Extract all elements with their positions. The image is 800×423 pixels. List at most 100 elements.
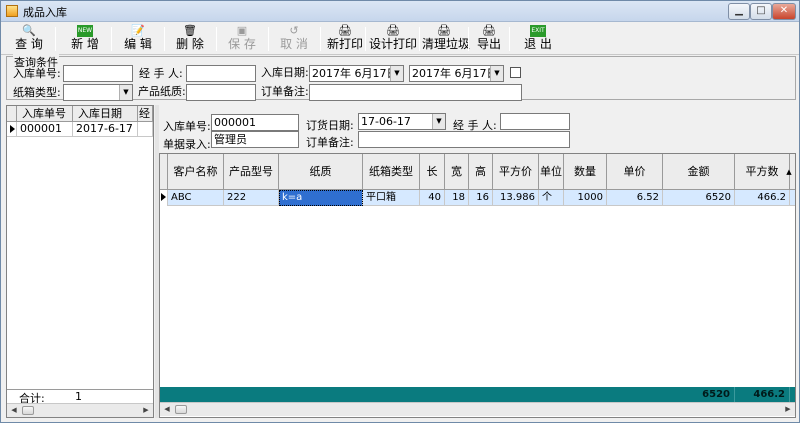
- clear-junk-button[interactable]: 🖨 清理垃圾: [422, 24, 470, 53]
- column-header[interactable]: 入库单号: [17, 106, 73, 122]
- scroll-left-icon[interactable]: ◀: [7, 404, 21, 417]
- column-header[interactable]: 纸质: [279, 154, 363, 190]
- box-type-select[interactable]: ▼: [63, 84, 133, 101]
- sq-cell[interactable]: 466.2: [735, 190, 790, 206]
- scroll-up-icon[interactable]: ▲: [783, 164, 795, 180]
- date-filter-checkbox[interactable]: [510, 67, 521, 78]
- column-header[interactable]: 平方数: [735, 154, 790, 190]
- scroll-thumb[interactable]: [175, 405, 187, 414]
- unit-price-cell[interactable]: 6.52: [607, 190, 663, 206]
- toolbar-separator: [509, 27, 510, 51]
- chevron-down-icon[interactable]: ▼: [432, 114, 445, 129]
- maximize-button[interactable]: □: [750, 3, 772, 20]
- order-list-scrollbar[interactable]: ◀ ▶: [7, 403, 153, 417]
- entry-label: 单据录入:: [163, 138, 211, 151]
- width-cell[interactable]: 18: [445, 190, 469, 206]
- order-no-input[interactable]: [63, 65, 133, 82]
- length-cell[interactable]: 40: [420, 190, 445, 206]
- qty-cell[interactable]: 1000: [564, 190, 607, 206]
- order-list: 入库单号 入库日期 经 000001 2017-6-17 合计: 1 ◀ ▶: [6, 105, 154, 418]
- height-cell[interactable]: 16: [469, 190, 493, 206]
- handler-label: 经 手 人:: [139, 67, 183, 80]
- edit-button[interactable]: 📝 编 辑: [121, 25, 155, 53]
- detail-grid-scrollbar[interactable]: ◀ ▶: [160, 402, 795, 416]
- row-pointer-icon: [7, 122, 17, 137]
- column-header[interactable]: 单价: [607, 154, 663, 190]
- new-button[interactable]: NEW 新 增: [67, 25, 103, 53]
- order-date-picker[interactable]: 17-06-17 ▼: [358, 113, 446, 130]
- order-no-cell[interactable]: 000001: [17, 122, 73, 137]
- toolbar-separator: [164, 27, 165, 51]
- column-header[interactable]: 金额: [663, 154, 735, 190]
- column-header[interactable]: 单位: [539, 154, 564, 190]
- remark-input[interactable]: [309, 84, 522, 101]
- export-button[interactable]: 🖨 导出: [475, 25, 503, 53]
- sq-price-cell[interactable]: 13.986: [493, 190, 539, 206]
- entry-input[interactable]: 管理员: [211, 131, 299, 148]
- undo-icon: ↺: [289, 24, 299, 37]
- close-button[interactable]: ✕: [772, 3, 796, 20]
- scroll-thumb[interactable]: [22, 406, 34, 415]
- row-pointer-icon: [160, 190, 168, 206]
- date-to-picker[interactable]: 2017年 6月17日 ▼: [409, 65, 504, 82]
- column-header[interactable]: 入库日期: [73, 106, 138, 122]
- column-header[interactable]: 纸箱类型: [363, 154, 420, 190]
- column-header[interactable]: 数量: [564, 154, 607, 190]
- paper-label: 产品纸质:: [138, 85, 186, 98]
- new-print-button[interactable]: 🖨 新打印: [327, 25, 363, 53]
- table-row[interactable]: ABC 222 k=a 平口箱 40 18 16 13.986 个 1000 6…: [160, 190, 795, 206]
- window-title: 成品入库: [23, 6, 67, 19]
- sq-total: 466.2: [735, 387, 790, 402]
- paper-input[interactable]: [186, 84, 256, 101]
- chevron-down-icon[interactable]: ▼: [119, 85, 132, 100]
- scroll-left-icon[interactable]: ◀: [160, 403, 174, 416]
- scroll-right-icon[interactable]: ▶: [781, 403, 795, 416]
- order-date-cell[interactable]: 2017-6-17: [73, 122, 138, 137]
- handler-input[interactable]: [186, 65, 256, 82]
- exit-button[interactable]: EXIT 退 出: [521, 25, 555, 53]
- order-no-label: 入库单号:: [13, 67, 61, 80]
- column-header[interactable]: 客户名称: [168, 154, 224, 190]
- handler-cell[interactable]: [138, 122, 153, 137]
- detail-order-no-label: 入库单号:: [163, 120, 211, 133]
- delete-button[interactable]: 🗑 删 除: [173, 25, 207, 53]
- chevron-down-icon[interactable]: ▼: [390, 66, 403, 81]
- detail-handler-input[interactable]: [500, 113, 570, 130]
- column-header[interactable]: 宽: [445, 154, 469, 190]
- printer-icon: 🖨: [437, 24, 451, 37]
- amount-cell[interactable]: 6520: [663, 190, 735, 206]
- column-header[interactable]: 平方价: [493, 154, 539, 190]
- app-window: 成品入库 ▁ □ ✕ 🔍 查 询 NEW 新 增 📝 编 辑 🗑 删 除 ▣ 保…: [0, 0, 800, 423]
- order-list-header: 入库单号 入库日期 经: [7, 106, 153, 122]
- save-button[interactable]: ▣ 保 存: [225, 25, 259, 53]
- detail-panel: 入库单号: 000001 订货日期: 17-06-17 ▼ 经 手 人: 单据录…: [159, 105, 796, 418]
- minimize-button[interactable]: ▁: [728, 3, 750, 20]
- column-header[interactable]: 长: [420, 154, 445, 190]
- amount-total: 6520: [607, 387, 735, 402]
- toolbar-separator: [320, 27, 321, 51]
- toolbar-separator: [268, 27, 269, 51]
- cancel-button[interactable]: ↺ 取 消: [277, 25, 311, 53]
- unit-cell[interactable]: 个: [539, 190, 564, 206]
- toolbar-separator: [111, 27, 112, 51]
- date-from-picker[interactable]: 2017年 6月17日 ▼: [309, 65, 404, 82]
- toolbar: 🔍 查 询 NEW 新 增 📝 编 辑 🗑 删 除 ▣ 保 存 ↺ 取 消 🖨 …: [1, 23, 799, 55]
- box-type-cell[interactable]: 平口箱: [363, 190, 420, 206]
- query-button[interactable]: 🔍 查 询: [11, 25, 47, 53]
- total-count: 1: [75, 390, 82, 403]
- table-row[interactable]: 000001 2017-6-17: [7, 122, 153, 137]
- customer-cell[interactable]: ABC: [168, 190, 224, 206]
- design-print-button[interactable]: 🖨 设计打印: [369, 25, 417, 53]
- detail-remark-input[interactable]: [358, 131, 570, 148]
- column-header[interactable]: 高: [469, 154, 493, 190]
- detail-remark-label: 订单备注:: [306, 136, 354, 149]
- chevron-down-icon[interactable]: ▼: [490, 66, 503, 81]
- query-conditions: 查询条件 入库单号: 经 手 人: 入库日期: 2017年 6月17日 ▼ 20…: [6, 54, 796, 101]
- column-header[interactable]: 经: [138, 106, 153, 122]
- paper-cell[interactable]: k=a: [279, 190, 363, 206]
- column-header[interactable]: 产品型号: [224, 154, 279, 190]
- toolbar-separator: [419, 27, 420, 51]
- detail-order-no-input[interactable]: 000001: [211, 114, 299, 131]
- model-cell[interactable]: 222: [224, 190, 279, 206]
- scroll-right-icon[interactable]: ▶: [139, 404, 153, 417]
